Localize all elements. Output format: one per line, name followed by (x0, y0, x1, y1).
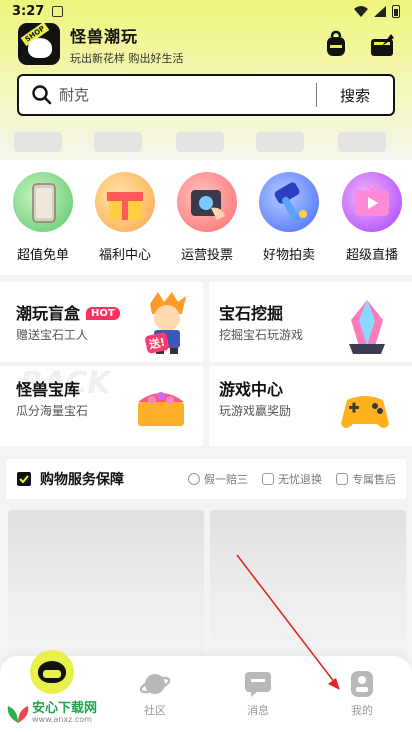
guarantee-item: 假一赔三 (188, 471, 248, 487)
search-bar[interactable]: 搜索 (17, 74, 395, 116)
watermark-logo-icon (7, 706, 29, 723)
card-subtitle: 玩游戏赢奖励 (219, 404, 292, 418)
card-subtitle: 瓜分海量宝石 (16, 404, 89, 418)
product-card-placeholder[interactable] (210, 510, 406, 660)
auction-hammer-icon (259, 172, 319, 232)
guarantee-title: 购物服务保障 (40, 472, 124, 488)
gem-mining-card[interactable]: 宝石挖掘 挖掘宝石玩游戏 (209, 282, 412, 362)
quick-menu-label: 运营投票 (180, 248, 233, 263)
nav-messages[interactable]: 消息 (218, 670, 298, 718)
fake-compensation-icon (188, 473, 200, 485)
monster-home-icon (38, 661, 66, 683)
planet-icon (139, 674, 171, 694)
game-center-card[interactable]: 游戏中心 玩游戏赢奖励 (209, 366, 412, 446)
category-tab-placeholder[interactable] (176, 132, 224, 152)
sd-card-icon (52, 5, 64, 17)
hot-badge: HOT (86, 307, 120, 320)
category-tab-placeholder[interactable] (256, 132, 304, 152)
monster-vault-card[interactable]: BACK 怪兽宝库 瓜分海量宝石 (0, 366, 203, 446)
nav-profile[interactable]: 我的 (322, 670, 402, 718)
camera-vote-icon (177, 172, 237, 232)
wifi-icon (354, 5, 368, 17)
crystal-gem-icon (349, 300, 385, 354)
app-title-block: 怪兽潮玩 玩出新花样 购出好生活 (70, 23, 184, 66)
card-title: 游戏中心 (219, 380, 284, 399)
app-header: SHOP 怪兽潮玩 玩出新花样 购出好生活 (18, 22, 396, 66)
product-card-placeholder[interactable] (8, 510, 204, 660)
logo-face (28, 38, 52, 58)
quick-menu-item-live[interactable]: 超级直播 (336, 172, 408, 263)
status-bar: 3:27 (0, 0, 412, 22)
nav-label: 我的 (351, 704, 373, 717)
category-tab-placeholder[interactable] (338, 132, 386, 152)
quick-menu-label: 福利中心 (98, 248, 151, 263)
category-tab-placeholder[interactable] (94, 132, 142, 152)
battery-icon (392, 4, 400, 18)
quick-menu-label: 好物拍卖 (262, 248, 315, 263)
search-icon (32, 85, 52, 105)
card-title: 潮玩盲盒 HOT (16, 300, 120, 324)
quick-menu-item-welfare[interactable]: 福利中心 (89, 172, 161, 263)
search-input[interactable] (59, 86, 299, 104)
quick-menu-item-auction[interactable]: 好物拍卖 (253, 172, 325, 263)
phone-icon (13, 172, 73, 232)
quick-menu-item-vote[interactable]: 运营投票 (171, 172, 243, 263)
live-tv-icon (342, 172, 402, 232)
nav-label: 社区 (144, 704, 166, 717)
after-sale-icon (336, 473, 348, 485)
guarantee-item: 无忧退换 (262, 471, 322, 487)
message-icon (245, 672, 271, 697)
treasure-chest-icon (138, 392, 184, 426)
site-watermark: 安心下载网 www.anxz.com (4, 702, 97, 724)
app-slogan: 玩出新花样 购出好生活 (70, 51, 184, 65)
quick-menu-item-free-order[interactable]: 超值免单 (7, 172, 79, 263)
blind-box-card[interactable]: 潮玩盲盒 HOT 赠送宝石工人 送! (0, 282, 203, 362)
quick-menu-label: 超值免单 (16, 248, 69, 263)
signal-icon (374, 5, 386, 17)
gamepad-icon (341, 396, 389, 428)
nav-label: 消息 (247, 704, 269, 717)
card-title: 怪兽宝库 (16, 380, 81, 399)
gift-box-icon (95, 172, 155, 232)
app-logo: SHOP (18, 23, 60, 65)
shopping-guarantee-bar: 购物服务保障 假一赔三 无忧退换 专属售后 (6, 459, 406, 499)
shield-check-icon (17, 472, 31, 486)
nav-community[interactable]: 社区 (115, 670, 195, 718)
card-title: 宝石挖掘 (219, 304, 284, 323)
watermark-title: 安心下载网 (32, 701, 98, 716)
status-time: 3:27 (12, 3, 45, 19)
category-tabs (0, 132, 412, 154)
watermark-url: www.anxz.com (32, 715, 92, 724)
category-tab-placeholder[interactable] (14, 132, 62, 152)
card-subtitle: 挖掘宝石玩游戏 (219, 328, 304, 342)
card-subtitle: 赠送宝石工人 (16, 328, 89, 342)
share-icon[interactable] (368, 30, 396, 58)
profile-icon (351, 671, 373, 697)
guarantee-item: 专属售后 (336, 471, 396, 487)
search-button[interactable]: 搜索 (317, 85, 393, 106)
nav-home[interactable] (30, 650, 74, 694)
quick-menu-label: 超级直播 (345, 248, 398, 263)
return-icon (262, 473, 274, 485)
backpack-icon[interactable] (322, 30, 350, 58)
app-name: 怪兽潮玩 (70, 26, 139, 46)
